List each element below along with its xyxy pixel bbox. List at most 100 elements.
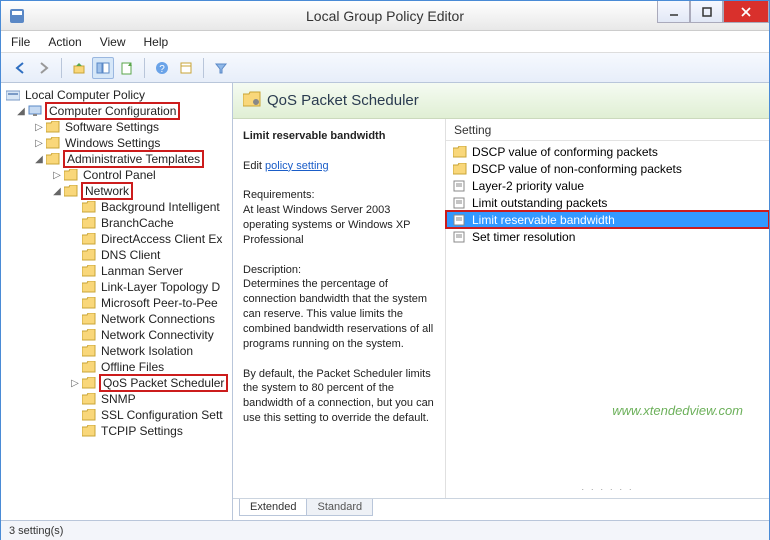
tree-item-label: TCPIP Settings [99,424,185,438]
list-item-limit-reservable-bandwidth[interactable]: Limit reservable bandwidth [446,211,769,228]
list-item[interactable]: Set timer resolution [446,228,769,245]
tree-qos-label: QoS Packet Scheduler [99,374,228,392]
tree-control-panel[interactable]: ▷ Control Panel [1,167,232,183]
folder-icon [45,120,61,134]
forward-button[interactable] [33,57,55,79]
setting-icon [452,213,468,227]
splitter-grip-icon[interactable]: · · · · · · [581,484,634,494]
folder-icon [45,152,61,166]
tree-item-label: Network Connectivity [99,328,216,342]
tree-item[interactable]: Lanman Server [1,263,232,279]
expand-icon[interactable]: ▷ [69,378,81,389]
policy-tree: Local Computer Policy ◢ Computer Configu… [1,87,232,439]
folder-icon [81,200,97,214]
expand-icon[interactable]: ▷ [33,138,45,149]
collapse-icon[interactable]: ◢ [15,106,27,117]
folder-icon [81,408,97,422]
tree-item[interactable]: SSL Configuration Sett [1,407,232,423]
folder-icon [81,392,97,406]
list-item-label: Set timer resolution [472,230,575,244]
folder-icon [81,344,97,358]
window-title: Local Group Policy Editor [306,8,464,24]
list-item[interactable]: DSCP value of non-conforming packets [446,160,769,177]
menu-file[interactable]: File [11,35,30,49]
folder-icon [81,376,97,390]
title-bar: Local Group Policy Editor [1,1,769,31]
back-button[interactable] [9,57,31,79]
tree-item[interactable]: BranchCache [1,215,232,231]
folder-icon [63,168,79,182]
close-button[interactable] [723,1,769,23]
requirements-label: Requirements: [243,189,315,201]
tree-item[interactable]: Network Connections [1,311,232,327]
list-item-label: DSCP value of non-conforming packets [472,162,682,176]
tab-extended[interactable]: Extended [239,499,307,516]
tree-item-label: Offline Files [99,360,166,374]
menu-help[interactable]: Help [144,35,169,49]
tree-item[interactable]: Network Connectivity [1,327,232,343]
properties-button[interactable] [175,57,197,79]
list-item[interactable]: DSCP value of conforming packets [446,143,769,160]
list-item[interactable]: Limit outstanding packets [446,194,769,211]
main-area: Local Computer Policy ◢ Computer Configu… [1,83,769,520]
folder-icon [63,184,79,198]
tree-item-label: DNS Client [99,248,162,262]
menu-bar: File Action View Help [1,31,769,53]
setting-icon [452,179,468,193]
tree-item[interactable]: SNMP [1,391,232,407]
collapse-icon[interactable]: ◢ [33,154,45,165]
tree-software-settings[interactable]: ▷ Software Settings [1,119,232,135]
folder-icon [81,264,97,278]
tree-item[interactable]: Network Isolation [1,343,232,359]
tree-computer-configuration[interactable]: ◢ Computer Configuration [1,103,232,119]
folder-icon [81,216,97,230]
folder-icon [452,162,468,176]
tree-item[interactable]: Microsoft Peer-to-Pee [1,295,232,311]
tree-item-label: BranchCache [99,216,176,230]
help-button[interactable]: ? [151,57,173,79]
edit-prefix: Edit [243,160,262,172]
tree-item[interactable]: Link-Layer Topology D [1,279,232,295]
tree-net-label: Network [81,182,133,200]
list-item[interactable]: Layer-2 priority value [446,177,769,194]
up-button[interactable] [68,57,90,79]
show-hide-tree-button[interactable] [92,57,114,79]
tree-item[interactable]: Offline Files [1,359,232,375]
setting-title: Limit reservable bandwidth [243,130,385,142]
expand-icon[interactable]: ▷ [51,170,63,181]
collapse-icon[interactable]: ◢ [51,186,63,197]
folder-icon [81,296,97,310]
menu-action[interactable]: Action [48,35,81,49]
tree-item[interactable]: DNS Client [1,247,232,263]
tree-item-label: Microsoft Peer-to-Pee [99,296,220,310]
status-bar: 3 setting(s) [1,520,769,540]
export-list-button[interactable] [116,57,138,79]
maximize-button[interactable] [690,1,723,23]
filter-button[interactable] [210,57,232,79]
settings-list[interactable]: DSCP value of conforming packets DSCP va… [446,141,769,498]
tree-network[interactable]: ◢ Network [1,183,232,199]
content-pane: QoS Packet Scheduler Limit reservable ba… [233,83,769,520]
tree-item[interactable]: DirectAccess Client Ex [1,231,232,247]
folder-icon [81,328,97,342]
edit-policy-link[interactable]: policy setting [265,160,329,172]
tree-item[interactable]: TCPIP Settings [1,423,232,439]
tree-root[interactable]: Local Computer Policy [1,87,232,103]
tree-item[interactable]: Background Intelligent [1,199,232,215]
folder-icon [81,360,97,374]
tree-cc-label: Computer Configuration [45,102,180,120]
folder-gear-icon [243,91,261,111]
expand-icon[interactable]: ▷ [33,122,45,133]
tab-standard[interactable]: Standard [306,499,373,516]
menu-view[interactable]: View [100,35,126,49]
minimize-button[interactable] [657,1,690,23]
folder-icon [81,280,97,294]
tree-administrative-templates[interactable]: ◢ Administrative Templates [1,151,232,167]
list-item-label: Layer-2 priority value [472,179,584,193]
svg-text:?: ? [159,64,165,75]
tree-pane[interactable]: Local Computer Policy ◢ Computer Configu… [1,83,233,520]
tree-qos-packet-scheduler[interactable]: ▷ QoS Packet Scheduler [1,375,232,391]
list-header-setting[interactable]: Setting [446,119,769,141]
status-text: 3 setting(s) [9,525,63,537]
tree-windows-settings[interactable]: ▷ Windows Settings [1,135,232,151]
